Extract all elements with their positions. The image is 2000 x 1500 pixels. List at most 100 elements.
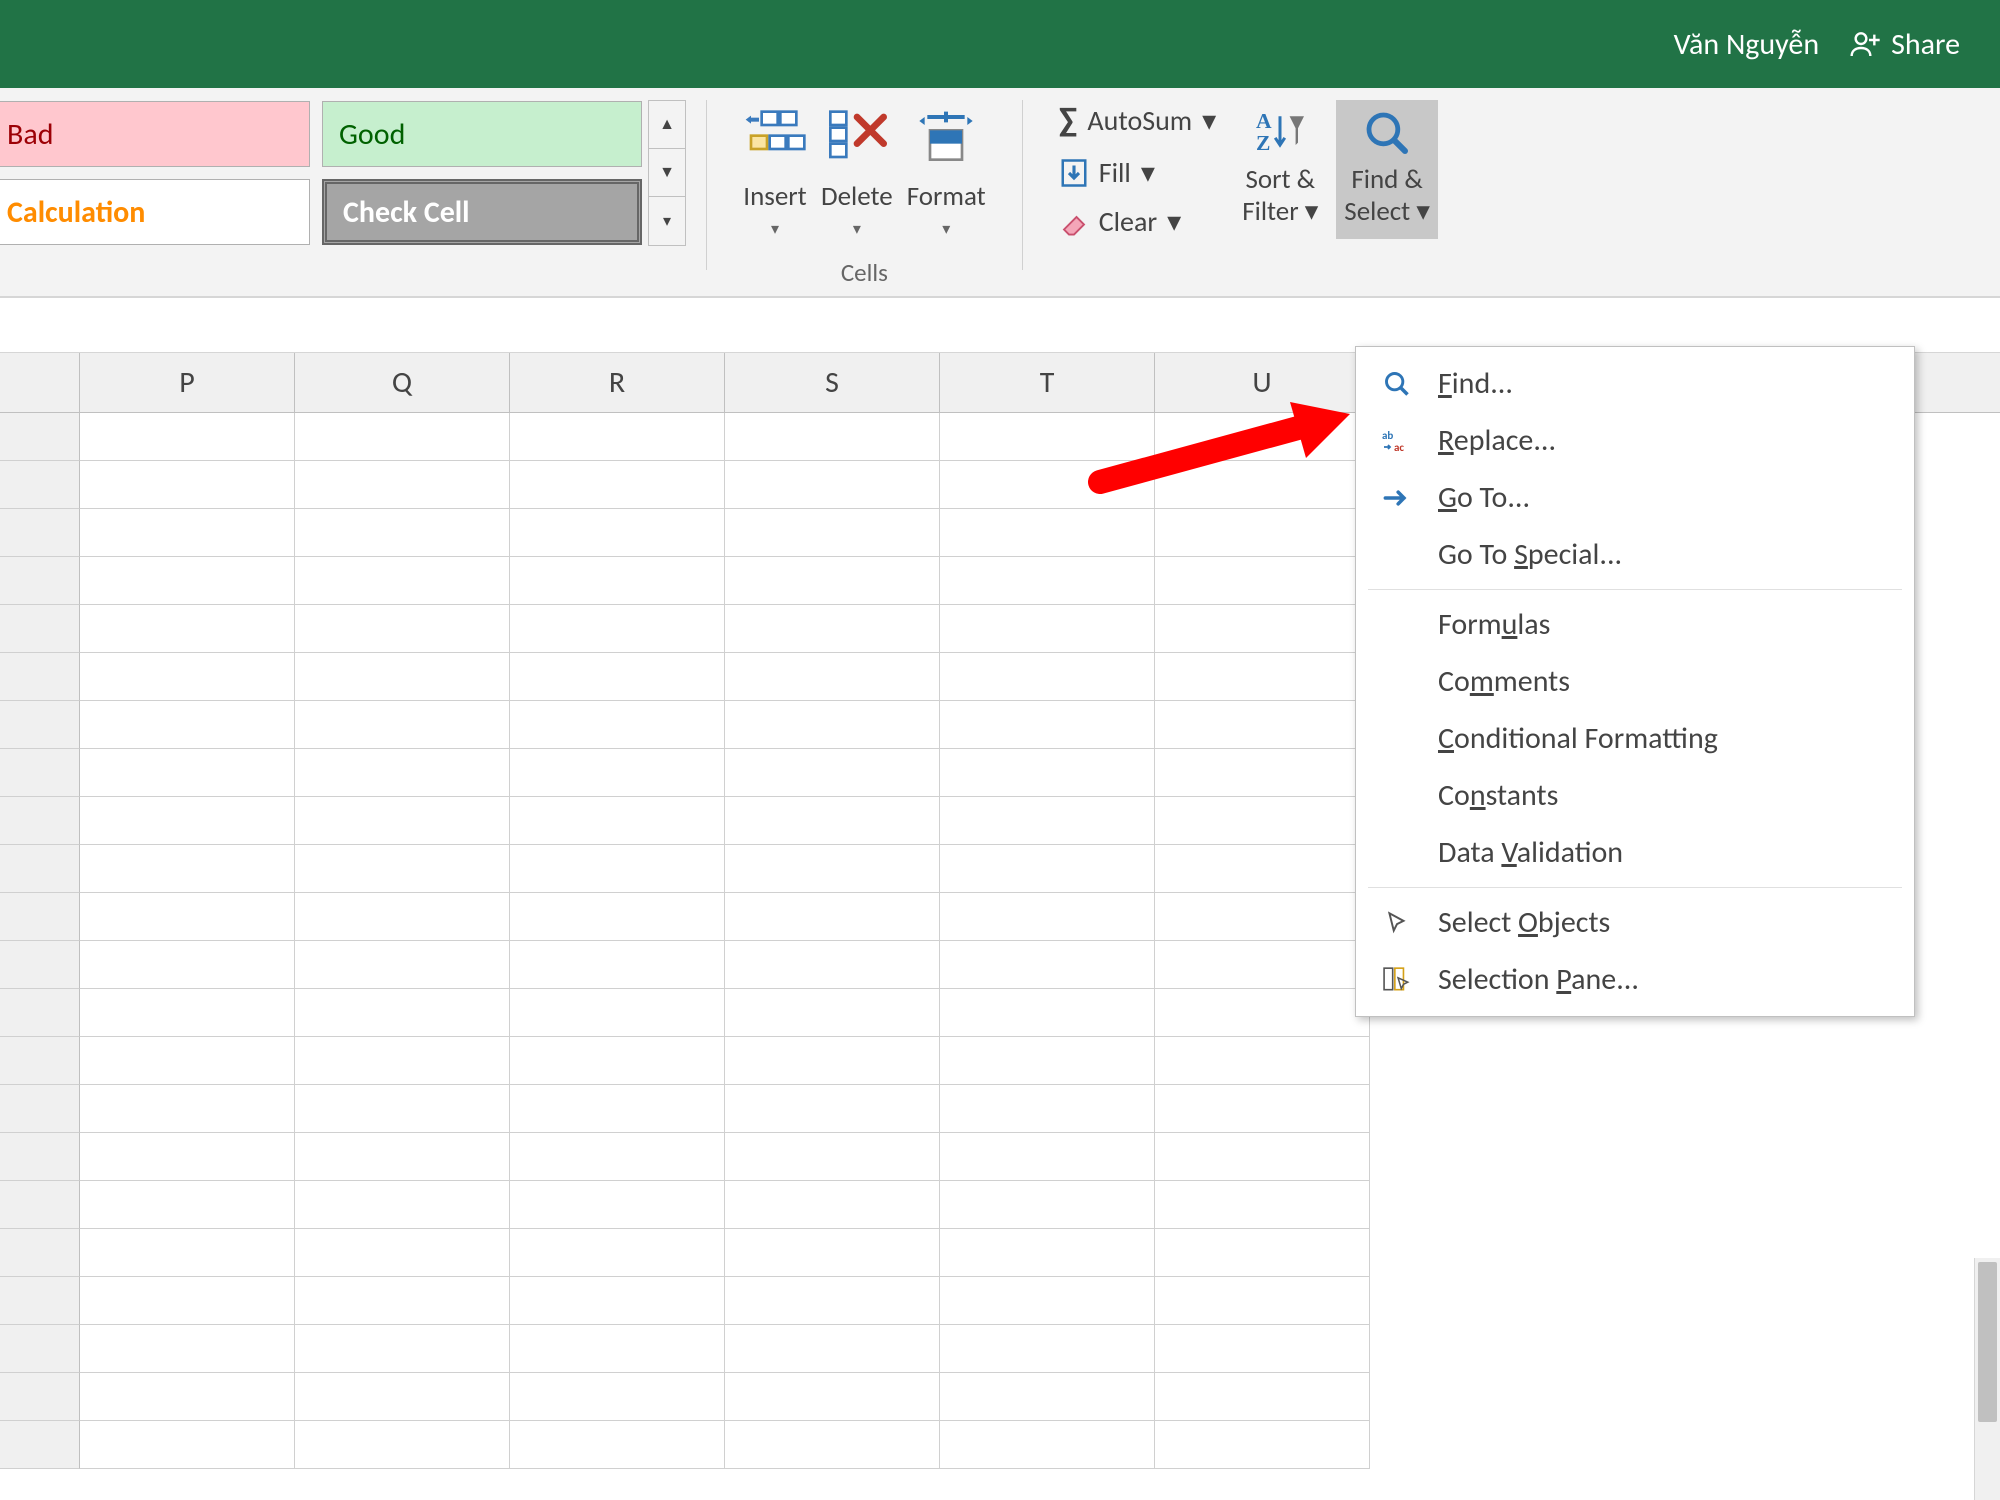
menu-conditional-formatting[interactable]: Conditional Formatting [1356, 710, 1914, 767]
cell[interactable] [80, 701, 295, 749]
cell[interactable] [725, 1181, 940, 1229]
cell[interactable] [940, 941, 1155, 989]
cell[interactable] [80, 1037, 295, 1085]
cell[interactable] [80, 893, 295, 941]
cell[interactable] [940, 989, 1155, 1037]
cell[interactable] [295, 1085, 510, 1133]
cell[interactable] [725, 1325, 940, 1373]
scrollbar-thumb[interactable] [1978, 1262, 1997, 1422]
insert-button[interactable]: Insert ▾ [743, 100, 807, 239]
gallery-down-button[interactable]: ▼ [649, 149, 685, 197]
cell[interactable] [725, 413, 940, 461]
row-header[interactable] [0, 1277, 80, 1325]
cell[interactable] [1155, 1325, 1370, 1373]
cell[interactable] [725, 989, 940, 1037]
column-header[interactable]: T [940, 353, 1155, 412]
cell[interactable] [725, 701, 940, 749]
menu-formulas[interactable]: Formulas [1356, 596, 1914, 653]
cell[interactable] [510, 1229, 725, 1277]
cell[interactable] [725, 845, 940, 893]
cell[interactable] [510, 413, 725, 461]
cell[interactable] [1155, 461, 1370, 509]
vertical-scrollbar[interactable] [1974, 1258, 2000, 1500]
cell[interactable] [80, 941, 295, 989]
formula-bar[interactable] [0, 297, 2000, 353]
cell[interactable] [1155, 1373, 1370, 1421]
cell[interactable] [80, 509, 295, 557]
cell[interactable] [940, 1037, 1155, 1085]
cell[interactable] [295, 605, 510, 653]
row-header[interactable] [0, 605, 80, 653]
style-bad[interactable]: Bad [0, 101, 310, 167]
row-header[interactable] [0, 461, 80, 509]
cell[interactable] [80, 557, 295, 605]
style-check-cell[interactable]: Check Cell [322, 179, 642, 245]
row-header[interactable] [0, 1133, 80, 1181]
row-header[interactable] [0, 941, 80, 989]
row-header[interactable] [0, 1373, 80, 1421]
column-header[interactable]: R [510, 353, 725, 412]
cell[interactable] [725, 1229, 940, 1277]
cell[interactable] [510, 1373, 725, 1421]
cell[interactable] [1155, 1181, 1370, 1229]
cell[interactable] [725, 1085, 940, 1133]
cell[interactable] [940, 509, 1155, 557]
cell-styles-gallery[interactable]: Bad Good Calculation Check Cell ▲ ▼ ▾ [0, 100, 686, 246]
menu-find[interactable]: Find... [1356, 355, 1914, 412]
select-all-corner[interactable] [0, 353, 80, 412]
cell[interactable] [940, 653, 1155, 701]
delete-button[interactable]: Delete ▾ [821, 100, 893, 239]
fill-button[interactable]: Fill ▾ [1059, 155, 1217, 190]
cell[interactable] [725, 557, 940, 605]
cell[interactable] [510, 1325, 725, 1373]
cell[interactable] [1155, 1421, 1370, 1469]
cell[interactable] [295, 701, 510, 749]
cell[interactable] [1155, 749, 1370, 797]
cell[interactable] [295, 845, 510, 893]
cell[interactable] [940, 701, 1155, 749]
menu-select-objects[interactable]: Select Objects [1356, 894, 1914, 951]
cell[interactable] [510, 893, 725, 941]
row-header[interactable] [0, 413, 80, 461]
cell[interactable] [295, 989, 510, 1037]
cell[interactable] [725, 1037, 940, 1085]
cell[interactable] [1155, 989, 1370, 1037]
cell[interactable] [725, 653, 940, 701]
cell[interactable] [940, 1325, 1155, 1373]
cell[interactable] [80, 1325, 295, 1373]
cell[interactable] [510, 1181, 725, 1229]
cell[interactable] [80, 1277, 295, 1325]
share-button[interactable]: Share [1849, 26, 1960, 63]
cell[interactable] [940, 1373, 1155, 1421]
cell[interactable] [1155, 1037, 1370, 1085]
row-header[interactable] [0, 1325, 80, 1373]
cell[interactable] [725, 1133, 940, 1181]
row-header[interactable] [0, 893, 80, 941]
cell[interactable] [80, 1373, 295, 1421]
row-header[interactable] [0, 845, 80, 893]
column-header[interactable]: P [80, 353, 295, 412]
menu-comments[interactable]: Comments [1356, 653, 1914, 710]
cell[interactable] [295, 1037, 510, 1085]
cell[interactable] [295, 797, 510, 845]
cell[interactable] [1155, 605, 1370, 653]
cell[interactable] [295, 461, 510, 509]
cell[interactable] [510, 1421, 725, 1469]
format-button[interactable]: Format ▾ [907, 100, 986, 239]
sort-filter-button[interactable]: AZ Sort &Filter ▾ [1234, 100, 1326, 239]
row-header[interactable] [0, 701, 80, 749]
cell[interactable] [940, 605, 1155, 653]
cell[interactable] [940, 797, 1155, 845]
cell[interactable] [80, 797, 295, 845]
row-header[interactable] [0, 557, 80, 605]
cell[interactable] [295, 1325, 510, 1373]
cell[interactable] [510, 461, 725, 509]
row-header[interactable] [0, 797, 80, 845]
cell[interactable] [510, 509, 725, 557]
cell[interactable] [510, 653, 725, 701]
menu-replace[interactable]: abac Replace... [1356, 412, 1914, 469]
style-calculation[interactable]: Calculation [0, 179, 310, 245]
cell[interactable] [510, 1037, 725, 1085]
cell[interactable] [510, 845, 725, 893]
menu-goto-special[interactable]: Go To Special... [1356, 526, 1914, 583]
